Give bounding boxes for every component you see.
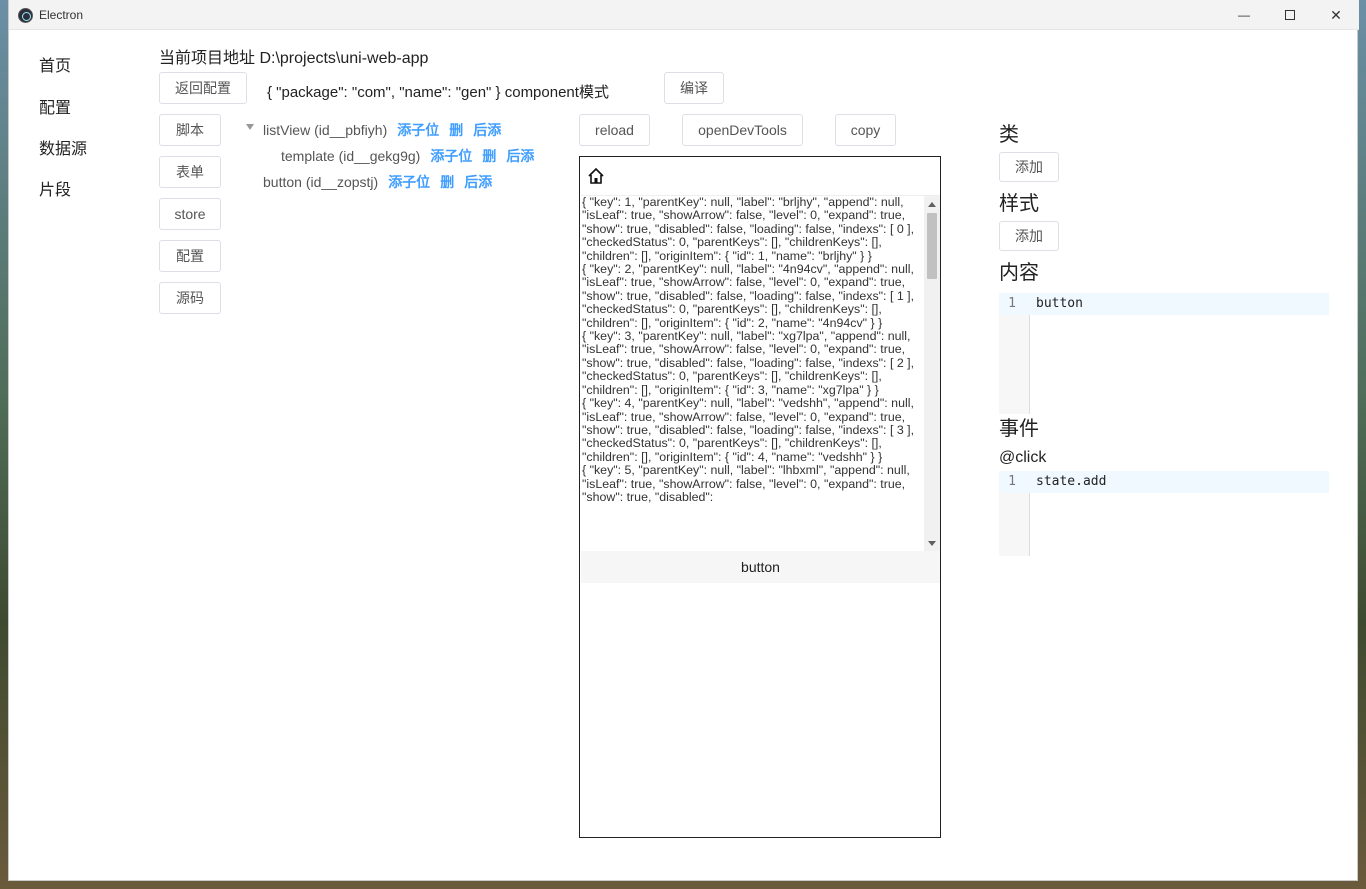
maximize-button[interactable] [1267, 0, 1313, 30]
scrollbar[interactable] [924, 196, 940, 551]
tree-node-label: listView (id__pbfiyh) [263, 122, 388, 138]
event-editor[interactable]: 1 state.add [999, 471, 1329, 556]
close-button[interactable]: ✕ [1313, 0, 1359, 30]
tree-node-template[interactable]: template (id__gekg9g) 添子位删后添 [281, 146, 534, 166]
append-after-link[interactable]: 后添 [506, 148, 534, 164]
tree-node-label: button (id__zopstj) [263, 174, 379, 190]
scroll-down-icon[interactable] [928, 541, 936, 546]
source-button[interactable]: 源码 [159, 282, 221, 314]
settings-button[interactable]: 配置 [159, 240, 221, 272]
list-view[interactable]: { "key": 1, "parentKey": null, "label": … [581, 195, 940, 551]
code-line[interactable]: state.add [1036, 471, 1106, 493]
form-button[interactable]: 表单 [159, 156, 221, 188]
electron-logo-icon [18, 8, 33, 23]
window-title: Electron [39, 8, 84, 22]
store-button[interactable]: store [159, 198, 221, 230]
phone-preview: { "key": 1, "parentKey": null, "label": … [579, 156, 941, 838]
event-name: @click [999, 449, 1047, 466]
add-class-button[interactable]: 添加 [999, 152, 1059, 182]
scroll-thumb[interactable] [927, 213, 937, 279]
close-icon: ✕ [1330, 6, 1342, 23]
script-button[interactable]: 脚本 [159, 114, 221, 146]
class-section-title: 类 [999, 124, 1019, 146]
nav-item-home[interactable]: 首页 [39, 52, 71, 76]
append-after-link[interactable]: 后添 [464, 174, 492, 190]
title-bar: Electron — ✕ [9, 0, 1359, 30]
tree-node-listview[interactable]: listView (id__pbfiyh) 添子位删后添 [263, 120, 501, 140]
add-child-link[interactable]: 添子位 [388, 174, 430, 190]
config-summary: { "package": "com", "name": "gen" } comp… [267, 84, 609, 101]
style-section-title: 样式 [999, 193, 1039, 215]
home-icon[interactable] [587, 167, 605, 185]
scroll-up-icon[interactable] [928, 202, 936, 207]
minimize-icon: — [1238, 8, 1250, 22]
delete-link[interactable]: 删 [440, 174, 454, 190]
caret-down-icon[interactable] [246, 124, 254, 130]
maximize-icon [1285, 10, 1295, 20]
event-section-title: 事件 [999, 418, 1039, 440]
nav-item-config[interactable]: 配置 [39, 94, 71, 118]
nav-item-snippets[interactable]: 片段 [39, 176, 71, 200]
content-section-title: 内容 [999, 262, 1039, 284]
nav-item-datasource[interactable]: 数据源 [39, 135, 87, 159]
line-number: 1 [1008, 296, 1016, 311]
tree-node-button[interactable]: button (id__zopstj) 添子位删后添 [263, 172, 492, 192]
minimize-button[interactable]: — [1221, 0, 1267, 30]
reload-button[interactable]: reload [579, 114, 650, 146]
add-child-link[interactable]: 添子位 [397, 122, 439, 138]
app-window: Electron — ✕ 首页 配置 数据源 片段 当前项目地址 D:\proj… [8, 0, 1359, 881]
line-number: 1 [1008, 474, 1016, 489]
open-devtools-button[interactable]: openDevTools [682, 114, 803, 146]
delete-link[interactable]: 删 [482, 148, 496, 164]
preview-button[interactable]: button [581, 551, 940, 583]
list-item-data: { "key": 1, "parentKey": null, "label": … [582, 195, 915, 504]
tree-node-label: template (id__gekg9g) [281, 148, 421, 164]
back-to-config-button[interactable]: 返回配置 [159, 72, 247, 104]
compile-button[interactable]: 编译 [664, 72, 724, 104]
copy-button[interactable]: copy [835, 114, 896, 146]
content-editor[interactable]: 1 button [999, 293, 1329, 414]
append-after-link[interactable]: 后添 [473, 122, 501, 138]
code-line[interactable]: button [1036, 293, 1083, 315]
add-style-button[interactable]: 添加 [999, 221, 1059, 251]
delete-link[interactable]: 删 [449, 122, 463, 138]
project-path: 当前项目地址 D:\projects\uni-web-app [159, 50, 429, 67]
add-child-link[interactable]: 添子位 [430, 148, 472, 164]
